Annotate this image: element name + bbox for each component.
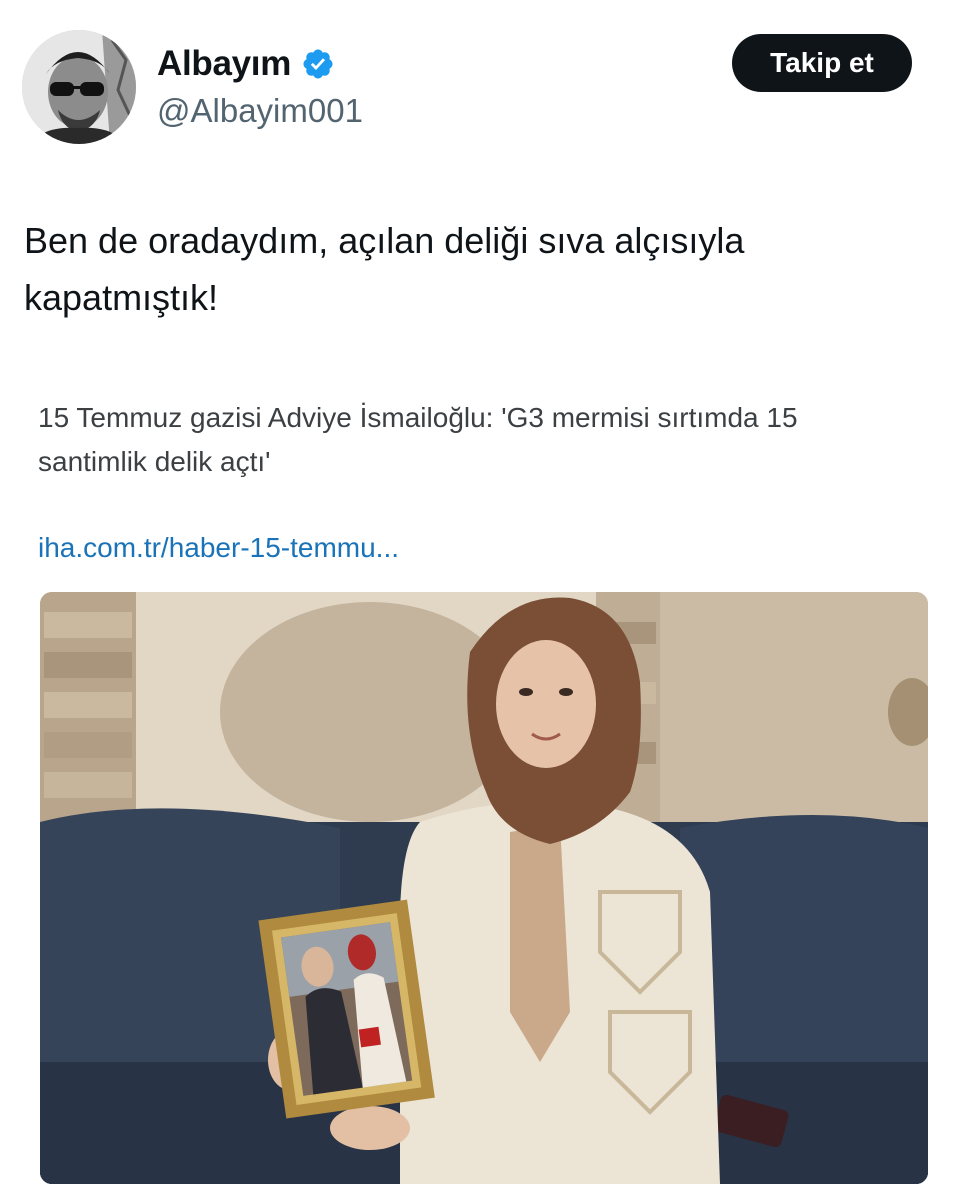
news-photo[interactable]	[40, 592, 928, 1184]
news-headline: 15 Temmuz gazisi Adviye İsmailoğlu: 'G3 …	[38, 402, 798, 477]
author-avatar[interactable]	[22, 30, 136, 144]
author-display-name[interactable]: Albayım	[157, 44, 291, 84]
tweet-text: Ben de oradaydım, açılan deliği sıva alç…	[24, 220, 745, 318]
news-link[interactable]: iha.com.tr/haber-15-temmu...	[38, 532, 399, 564]
author-handle[interactable]: @Albayim001	[157, 92, 363, 130]
verified-badge-icon	[303, 49, 333, 79]
news-screenshot-card: 15 Temmuz gazisi Adviye İsmailoğlu: 'G3 …	[0, 380, 953, 1200]
author-name-row[interactable]: Albayım	[157, 40, 335, 88]
follow-button[interactable]: Takip et	[732, 34, 912, 92]
